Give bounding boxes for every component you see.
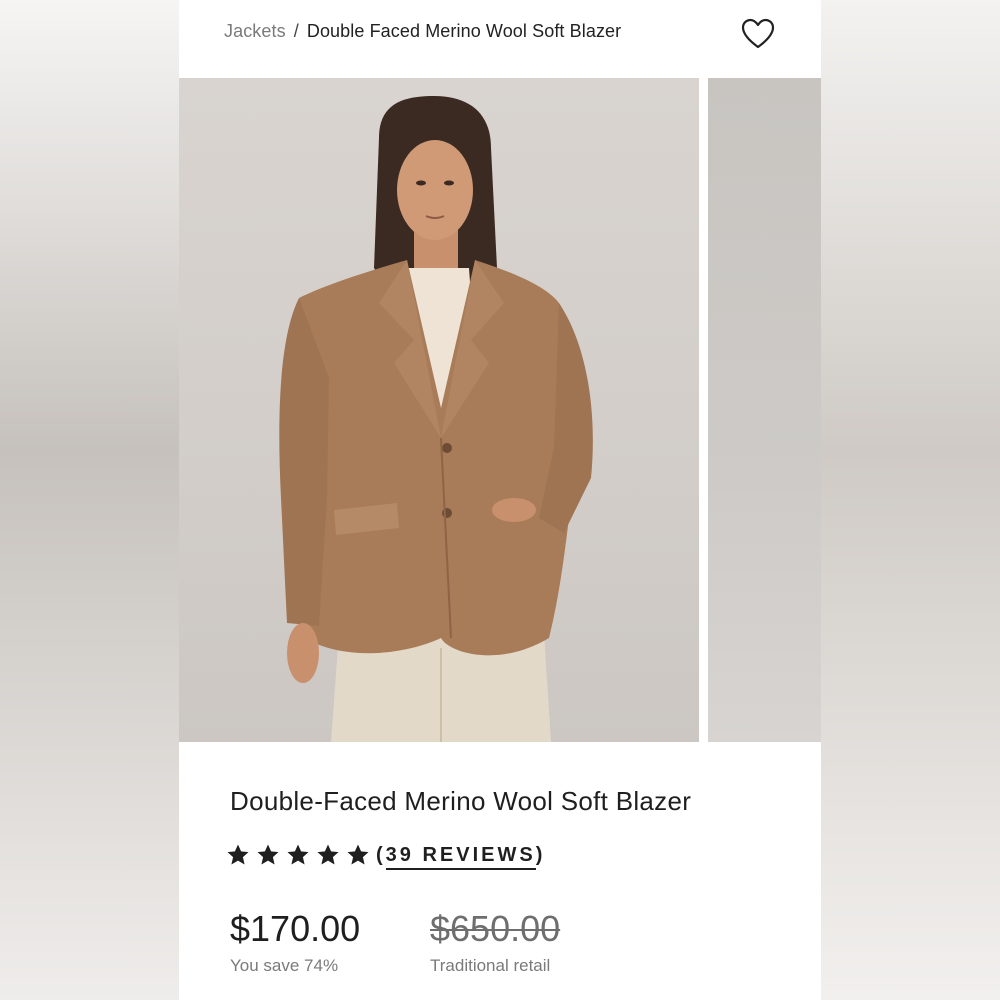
star-icon xyxy=(287,844,309,865)
heart-icon xyxy=(741,18,775,49)
sale-price: $170.00 xyxy=(230,908,361,949)
wishlist-button[interactable] xyxy=(741,18,775,50)
backdrop-left xyxy=(0,0,179,1000)
product-card: Jackets / Double Faced Merino Wool Soft … xyxy=(179,0,821,1000)
backdrop-right xyxy=(821,0,1000,1000)
star-icon xyxy=(227,844,249,865)
breadcrumb-separator: / xyxy=(293,21,299,41)
product-image-main[interactable] xyxy=(179,78,699,742)
model-in-blazer-illustration xyxy=(279,96,593,742)
retail-price: $650.00 xyxy=(430,908,561,949)
reviews-link[interactable]: (39 REVIEWS) xyxy=(376,843,545,870)
breadcrumb: Jackets / Double Faced Merino Wool Soft … xyxy=(224,21,621,42)
star-icon xyxy=(317,844,339,865)
breadcrumb-link-jackets[interactable]: Jackets xyxy=(224,21,286,42)
star-icon xyxy=(347,844,369,865)
retail-price-label: Traditional retail xyxy=(430,956,551,975)
rating: (39 REVIEWS) xyxy=(226,843,545,870)
star-rating xyxy=(226,843,370,867)
reviews-count-label: 39 REVIEWS xyxy=(385,843,536,870)
savings-label: You save 74% xyxy=(230,956,339,975)
breadcrumb-current: Double Faced Merino Wool Soft Blazer xyxy=(306,21,622,41)
star-icon xyxy=(257,844,279,865)
product-title: Double-Faced Merino Wool Soft Blazer xyxy=(230,786,692,816)
product-image-next-preview[interactable] xyxy=(708,78,821,742)
